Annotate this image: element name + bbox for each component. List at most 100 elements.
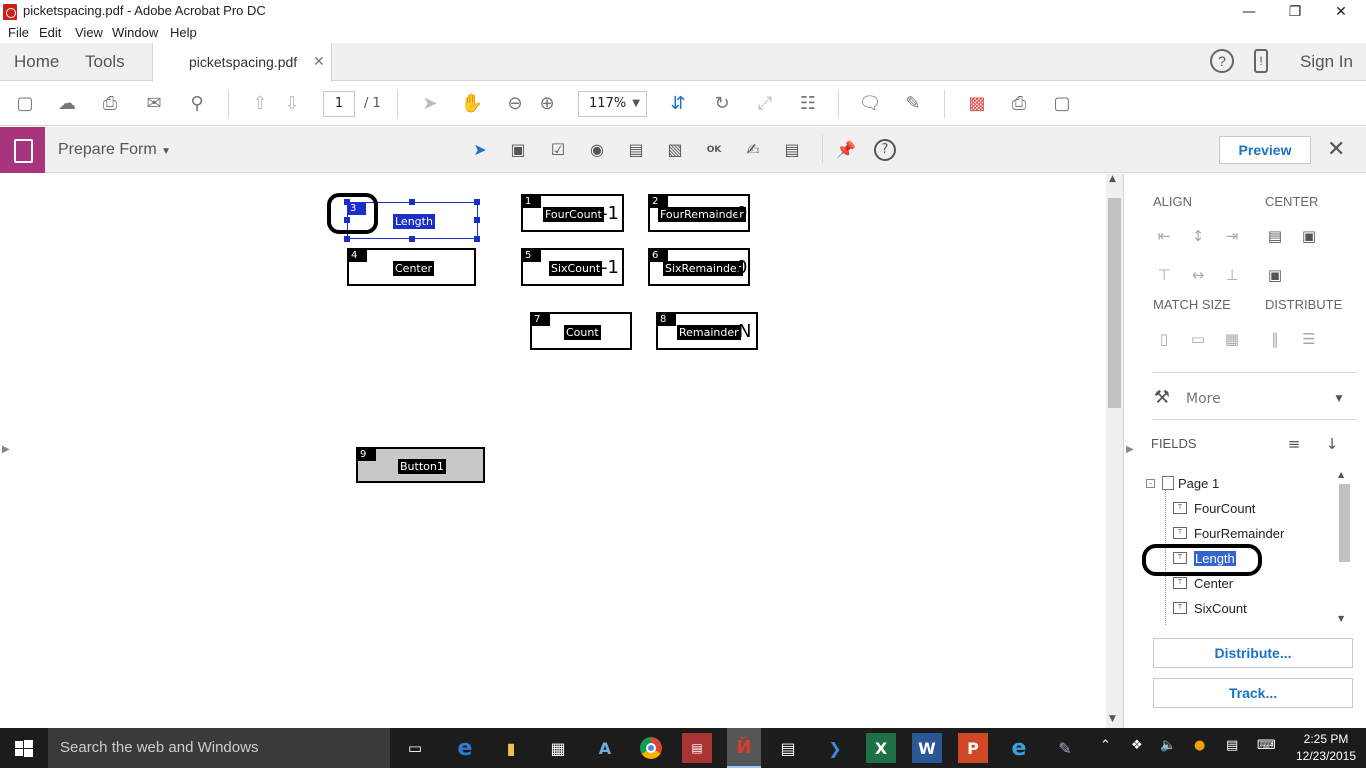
fit-page-icon[interactable]: ⇵	[666, 92, 690, 116]
save-as-icon[interactable]: ▢	[1050, 92, 1074, 116]
resize-handle[interactable]	[474, 217, 480, 223]
left-panel-toggle-icon[interactable]: ▶	[2, 444, 10, 455]
menu-window[interactable]: Window	[112, 25, 158, 40]
search-icon[interactable]: ⚲	[185, 92, 209, 116]
scroll-down-icon[interactable]: ▼	[1109, 714, 1116, 724]
store-icon[interactable]: ▦	[543, 733, 573, 763]
start-button[interactable]	[0, 728, 48, 768]
print-icon[interactable]: ⎙	[98, 92, 122, 116]
resize-handle[interactable]	[474, 199, 480, 205]
highlight-pen-icon[interactable]: ✎	[901, 92, 925, 116]
internet-explorer-icon[interactable]: e	[1004, 733, 1034, 763]
rotate-icon[interactable]: ↻	[710, 92, 734, 116]
toolbox-icon[interactable]: ▩	[965, 92, 989, 116]
zoom-dropdown[interactable]: 117% ▼	[578, 91, 647, 117]
center-vertically-icon[interactable]: ▣	[1299, 226, 1319, 246]
track-button[interactable]: Track...	[1153, 678, 1353, 708]
paint-icon[interactable]: ✎	[1050, 733, 1080, 763]
match-both-icon[interactable]: ▦	[1222, 329, 1242, 349]
full-screen-icon[interactable]: ⤢	[753, 92, 777, 116]
close-icon[interactable]: ✕	[1327, 137, 1345, 162]
collapse-panel-icon[interactable]: ▶	[1126, 444, 1134, 455]
powerpoint-icon[interactable]: P	[958, 733, 988, 763]
scroll-down-icon[interactable]: ▼	[1338, 614, 1344, 623]
document-scrollbar[interactable]: ▲ ▼	[1106, 174, 1123, 728]
volume-icon[interactable]: 🔈	[1160, 738, 1176, 753]
action-center-icon[interactable]: ▤	[1226, 738, 1238, 753]
select-object-icon[interactable]: ➤	[469, 139, 491, 161]
align-middle-icon[interactable]: ↔	[1188, 265, 1208, 285]
tab-tools[interactable]: Tools	[85, 52, 125, 72]
center-both-icon[interactable]: ▣	[1265, 265, 1285, 285]
next-page-icon[interactable]: ⇩	[280, 92, 304, 116]
media-app-icon[interactable]: ▤	[682, 733, 712, 763]
select-cursor-icon[interactable]: ➤	[418, 92, 442, 116]
sign-in-link[interactable]: Sign In	[1300, 52, 1353, 72]
file-explorer-icon[interactable]: ▮	[496, 733, 526, 763]
align-bottom-icon[interactable]: ⊥	[1222, 265, 1242, 285]
dropbox-icon[interactable]: ❖	[1131, 738, 1143, 753]
resize-handle[interactable]	[409, 199, 415, 205]
align-left-icon[interactable]: ⇤	[1154, 226, 1174, 246]
page-number-input[interactable]: 1	[323, 91, 355, 117]
print-preview-icon[interactable]: ⎙	[1007, 92, 1031, 116]
checkbox-icon[interactable]: ☑	[547, 139, 569, 161]
acrobat-taskbar-icon[interactable]: Й	[727, 728, 761, 768]
help-icon[interactable]: ?	[1210, 49, 1234, 73]
match-width-icon[interactable]: ▯	[1154, 329, 1174, 349]
task-view-icon[interactable]: ▭	[400, 733, 430, 763]
dropdown-field-icon[interactable]: ▧	[664, 139, 686, 161]
edge-browser-icon[interactable]: e	[450, 733, 480, 763]
match-height-icon[interactable]: ▭	[1188, 329, 1208, 349]
calculator-app-icon[interactable]: ▤	[773, 733, 803, 763]
form-field-sixremainder[interactable]: 6 SixRemainder 0	[648, 248, 750, 286]
scroll-mode-icon[interactable]: ☷	[796, 92, 820, 116]
excel-icon[interactable]: X	[866, 733, 896, 763]
scroll-up-icon[interactable]: ▲	[1338, 470, 1344, 479]
tab-home[interactable]: Home	[14, 52, 59, 72]
form-field-center[interactable]: 4 Center	[347, 248, 476, 286]
hand-tool-icon[interactable]: ✋	[460, 92, 484, 116]
distribute-vertical-icon[interactable]: ☰	[1299, 329, 1319, 349]
form-field-sixcount[interactable]: 5 SixCount -1	[521, 248, 624, 286]
word-icon[interactable]: W	[912, 733, 942, 763]
form-field-fourremainder[interactable]: 2 FourRemainder 0	[648, 194, 750, 232]
menu-file[interactable]: File	[8, 25, 29, 40]
resize-handle[interactable]	[474, 236, 480, 242]
menu-view[interactable]: View	[75, 25, 103, 40]
scrollbar-thumb[interactable]	[1339, 484, 1350, 562]
align-top-icon[interactable]: ⊤	[1154, 265, 1174, 285]
text-field-icon[interactable]: ▣	[507, 139, 529, 161]
close-button[interactable]: ✕	[1318, 0, 1364, 23]
scroll-up-icon[interactable]: ▲	[1109, 174, 1116, 184]
button-field-icon[interactable]: OK	[703, 139, 725, 161]
email-icon[interactable]: ✉	[142, 92, 166, 116]
scrollbar-thumb[interactable]	[1108, 198, 1121, 408]
upload-cloud-icon[interactable]: ☁	[55, 92, 79, 116]
previous-page-icon[interactable]: ⇧	[248, 92, 272, 116]
resize-handle[interactable]	[409, 236, 415, 242]
mobile-link-icon[interactable]: !	[1254, 49, 1268, 73]
collapse-icon[interactable]: -	[1146, 479, 1155, 488]
form-field-button1[interactable]: 9 Button1	[356, 447, 485, 483]
resize-handle[interactable]	[344, 236, 350, 242]
align-center-horizontal-icon[interactable]: ↕	[1188, 226, 1208, 246]
comment-icon[interactable]: 🗨	[858, 92, 882, 116]
chrome-icon[interactable]	[636, 733, 666, 763]
keyboard-icon[interactable]: ⌨	[1257, 738, 1276, 753]
restore-button[interactable]: ❐	[1272, 0, 1318, 23]
barcode-icon[interactable]: ▤	[781, 139, 803, 161]
tab-document[interactable]: picketspacing.pdf ✕	[152, 43, 332, 82]
notification-app-icon[interactable]: ●	[1194, 738, 1205, 753]
taskbar-search-box[interactable]: Search the web and Windows	[48, 728, 390, 768]
preview-button[interactable]: Preview	[1219, 136, 1311, 164]
radio-button-icon[interactable]: ◉	[586, 139, 608, 161]
save-icon[interactable]: ▢	[13, 92, 37, 116]
powershell-icon[interactable]: ❯	[820, 733, 850, 763]
help-icon[interactable]: ?	[874, 139, 896, 161]
close-tab-icon[interactable]: ✕	[313, 53, 325, 70]
menu-help[interactable]: Help	[170, 25, 197, 40]
minimize-button[interactable]: —	[1226, 0, 1272, 23]
signature-field-icon[interactable]: ✍	[742, 139, 764, 161]
prepare-form-menu[interactable]: Prepare Form ▼	[58, 141, 171, 159]
